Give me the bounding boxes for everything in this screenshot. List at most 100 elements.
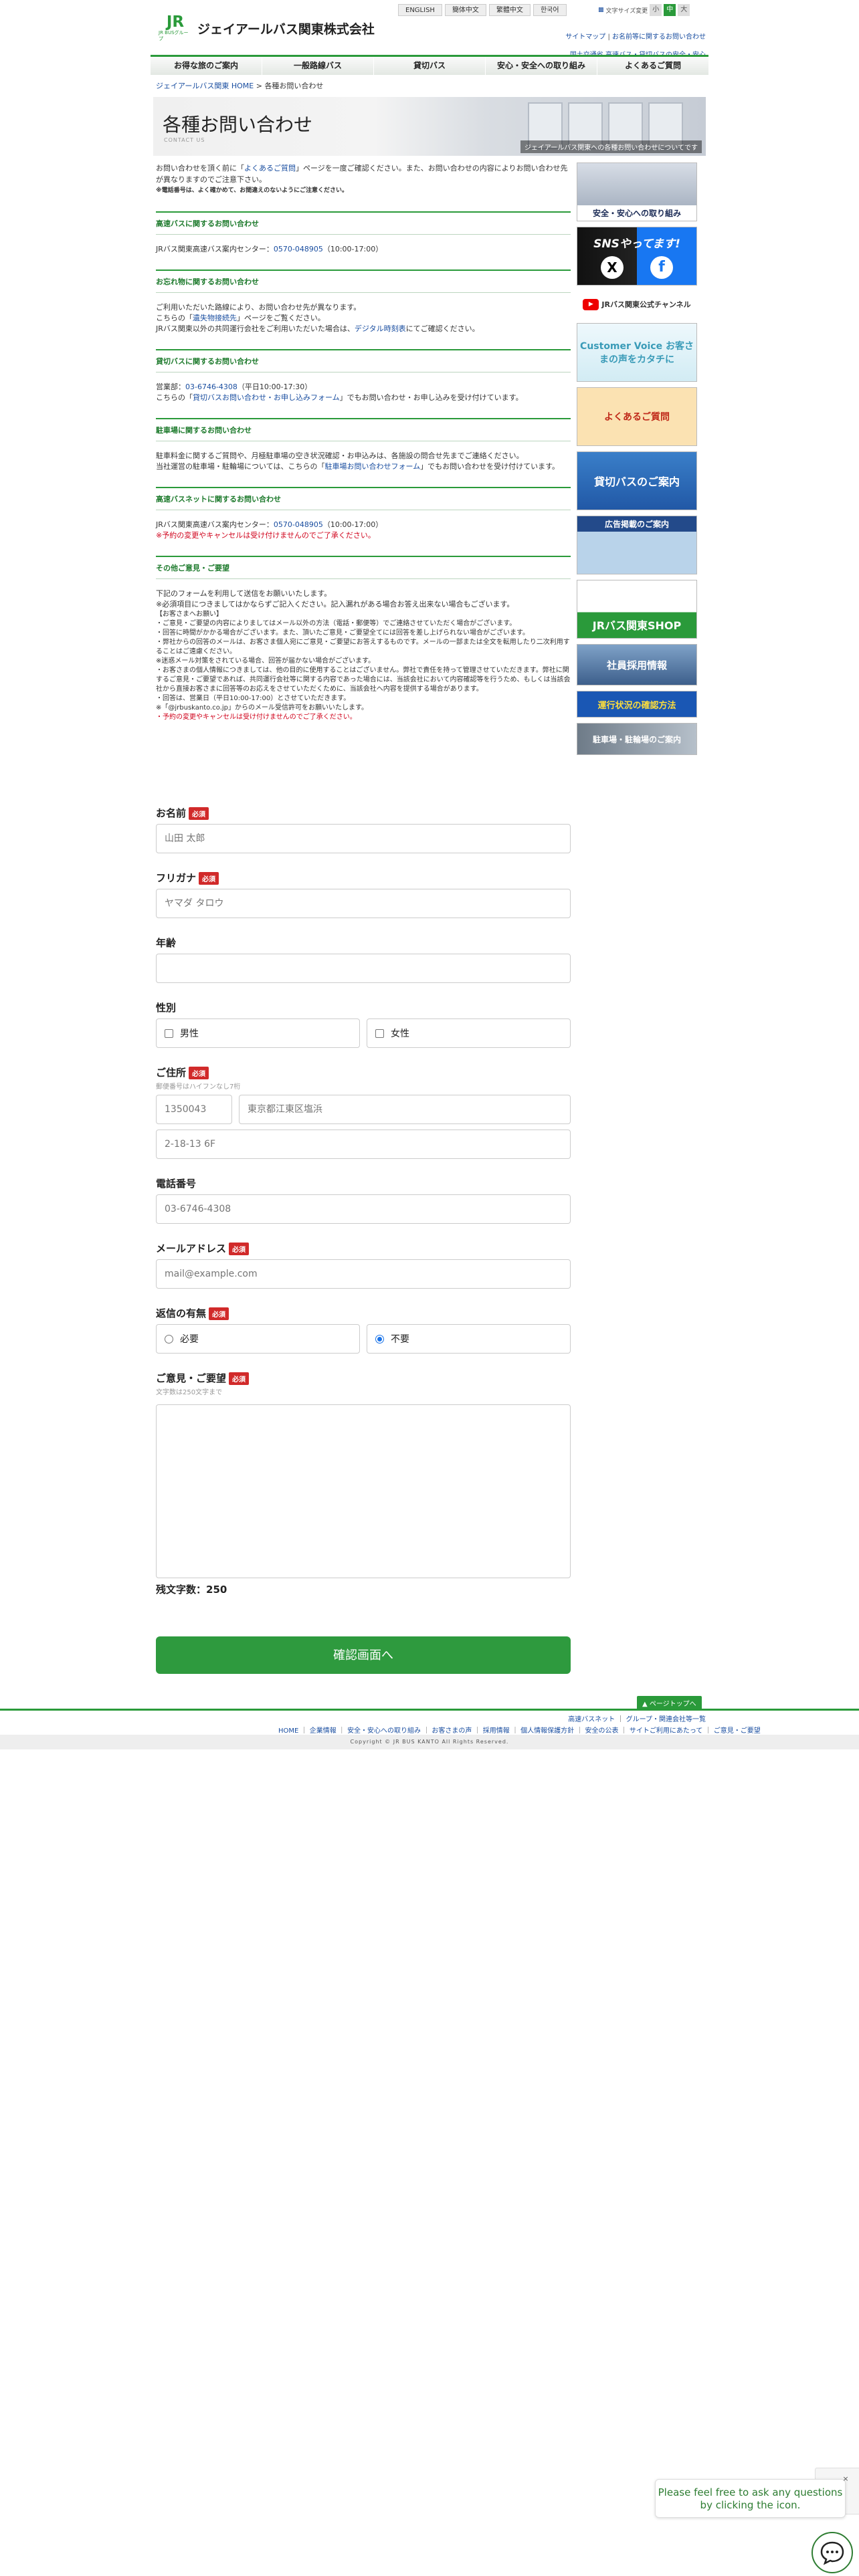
header-links: サイトマップ | お名前等に関するお問い合わせ [565,33,706,41]
gender-field: 性別 男性 女性 [156,1000,571,1048]
footer-link-home[interactable]: HOME [278,1727,298,1735]
footer-links-top: 高速バスネット ｜ グループ・関連会社等一覧 [568,1716,706,1723]
reply-field: 返信の有無 必須 必要 不要 [156,1306,571,1354]
lost-items-link[interactable]: 遺失物接続先 [193,314,237,322]
banner-recruit[interactable]: 社員採用情報 [577,644,697,685]
reply-option-not-needed[interactable]: 不要 [367,1324,571,1354]
nav-charter-bus[interactable]: 貸切バス [374,57,486,75]
footer-link-terms[interactable]: サイトご利用にあたって [630,1727,703,1735]
font-size-large[interactable]: 大 [678,4,690,16]
chat-button[interactable] [812,2532,853,2573]
footer-link-feedback[interactable]: ご意見・ご要望 [714,1727,761,1735]
footer-link-safety[interactable]: 安全・安心への取り組み [347,1727,421,1735]
checkbox[interactable] [375,1029,384,1038]
age-field: 年齢 [156,936,571,983]
section-lost-items: お忘れ物に関するお問い合わせ ご利用いただいた路線により、お問い合わせ先が異なり… [156,270,571,334]
required-badge: 必須 [209,1307,229,1320]
section-title: 貸切バスに関するお問い合わせ [156,349,571,372]
footer-link-voice[interactable]: お客さまの声 [432,1727,472,1735]
nav-travel-deals[interactable]: お得な旅のご案内 [151,57,262,75]
font-size-small[interactable]: 小 [650,4,662,16]
main-content: お問い合わせを頂く前に「よくあるご質問」ページを一度ご確認ください。また、お問い… [156,163,571,722]
banner-parking[interactable]: 駐車場・駐輪場のご案内 [577,723,697,755]
jr-logo-mark: JR JR BUSグループ [159,13,189,41]
banner-ads[interactable]: 広告掲載のご案内 [577,516,697,574]
banner-youtube[interactable]: ▶ JRバス関東公式チャンネル [577,291,697,318]
contact-link[interactable]: お名前等に関するお問い合わせ [612,33,706,41]
message-textarea[interactable] [156,1404,571,1578]
phone-link[interactable]: 0570-048905 [274,245,323,253]
banner-operation-status[interactable]: 運行状況の確認方法 [577,691,697,718]
footer-link-privacy[interactable]: 個人情報保護方針 [520,1727,574,1735]
street-input[interactable] [156,1130,571,1159]
nav-faq[interactable]: よくあるご質問 [597,57,708,75]
footer-links: HOME ｜ 企業情報 ｜ 安全・安心への取り組み ｜ お客さまの声 ｜ 採用情… [278,1727,761,1735]
global-nav: お得な旅のご案内 一般路線バス 貸切バス 安心・安全への取り組み よくあるご質問 [151,55,708,75]
section-title: お忘れ物に関するお問い合わせ [156,270,571,293]
banner-sns[interactable]: SNSやってます! X f [577,227,697,286]
close-icon[interactable]: × [840,2474,851,2485]
intro: お問い合わせを頂く前に「よくあるご質問」ページを一度ご確認ください。また、お問い… [156,163,571,197]
section-highway-bus: 高速バスに関するお問い合わせ JRバス関東高速バス案内センター：0570-048… [156,211,571,255]
page-hero: 各種お問い合わせ CONTACT US ジェイアールバス関東への各種お問い合わせ… [153,97,706,156]
phone-link[interactable]: 03-6746-4308 [185,383,237,391]
banner-charter[interactable]: 貸切バスのご案内 [577,451,697,510]
youtube-icon: ▶ [583,298,599,310]
radio[interactable] [165,1334,173,1344]
facebook-icon: f [650,255,673,279]
footer-link-recruit[interactable]: 採用情報 [483,1727,510,1735]
nav-local-bus[interactable]: 一般路線バス [262,57,374,75]
intro-note: ※電話番号は、よく確かめて、お間違えのないようにご注意ください。 [156,187,348,194]
radio-selected[interactable] [375,1334,384,1344]
sidebar: 安全・安心への取り組み SNSやってます! X f ▶ JRバス関東公式チャンネ… [577,163,697,760]
kana-field: フリガナ 必須 [156,871,571,918]
copyright: Copyright © JR BUS KANTO All Rights Rese… [0,1735,859,1749]
message-field: ご意見・ご要望 必須 文字数は250文字まで 残文字数：250 [156,1371,571,1596]
footer-link-safety-report[interactable]: 安全の公表 [585,1727,619,1735]
charter-form-link[interactable]: 貸切バスお問い合わせ・お申し込みフォーム [193,393,340,402]
parking-form-link[interactable]: 駐車場お問い合わせフォーム [324,462,420,471]
x-icon: X [601,255,624,279]
gender-option-male[interactable]: 男性 [156,1018,360,1048]
city-input[interactable] [239,1095,571,1124]
font-size-medium[interactable]: 中 [664,4,676,16]
lang-korean[interactable]: 한국어 [533,4,567,16]
required-badge: 必須 [199,872,219,885]
lang-simplified-chinese[interactable]: 簡体中文 [444,4,486,16]
company-logo[interactable]: JR JR BUSグループ ジェイアールバス関東株式会社 [159,13,375,41]
timetable-link[interactable]: デジタル時刻表 [355,324,406,333]
char-count: 残文字数：250 [156,1584,227,1596]
checkbox[interactable] [165,1029,173,1038]
banner-shop[interactable]: JRバス関東SHOP [577,580,697,639]
sitemap-link[interactable]: サイトマップ [565,33,605,41]
kana-input[interactable] [156,889,571,918]
page-top-button[interactable]: ▲ ページトップへ [637,1696,702,1710]
confirm-button[interactable]: 確認画面へ [156,1636,571,1674]
footer-divider [0,1709,859,1711]
banner-faq[interactable]: よくあるご質問 [577,387,697,446]
footer-link-group[interactable]: グループ・関連会社等一覧 [626,1716,706,1723]
page-subtitle: CONTACT US [164,137,205,143]
phone-field: 電話番号 [156,1176,571,1224]
breadcrumb-home[interactable]: ジェイアールバス関東 HOME [156,82,254,90]
zip-input[interactable] [156,1095,232,1124]
footer-link-company[interactable]: 企業情報 [310,1727,337,1735]
nav-safety[interactable]: 安心・安全への取り組み [486,57,597,75]
banner-customer-voice[interactable]: Customer Voice お客さまの声をカタチに [577,323,697,382]
phone-input[interactable] [156,1194,571,1224]
footer-link-busnet[interactable]: 高速バスネット [568,1716,615,1723]
faq-link[interactable]: よくあるご質問 [244,164,296,173]
page-title: 各種お問い合わせ [163,114,313,136]
name-input[interactable] [156,824,571,853]
section-bus-net: 高速バスネットに関するお問い合わせ JRバス関東高速バス案内センター：0570-… [156,487,571,541]
email-field: メールアドレス 必須 [156,1241,571,1289]
email-input[interactable] [156,1259,571,1289]
language-switcher: ENGLISH 簡体中文 繁體中文 한국어 [398,4,567,16]
reply-option-needed[interactable]: 必要 [156,1324,360,1354]
age-input[interactable] [156,954,571,983]
gender-option-female[interactable]: 女性 [367,1018,571,1048]
lang-english[interactable]: ENGLISH [398,4,442,16]
phone-link[interactable]: 0570-048905 [274,520,323,529]
lang-traditional-chinese[interactable]: 繁體中文 [488,4,531,16]
banner-safety[interactable]: 安全・安心への取り組み [577,163,697,221]
